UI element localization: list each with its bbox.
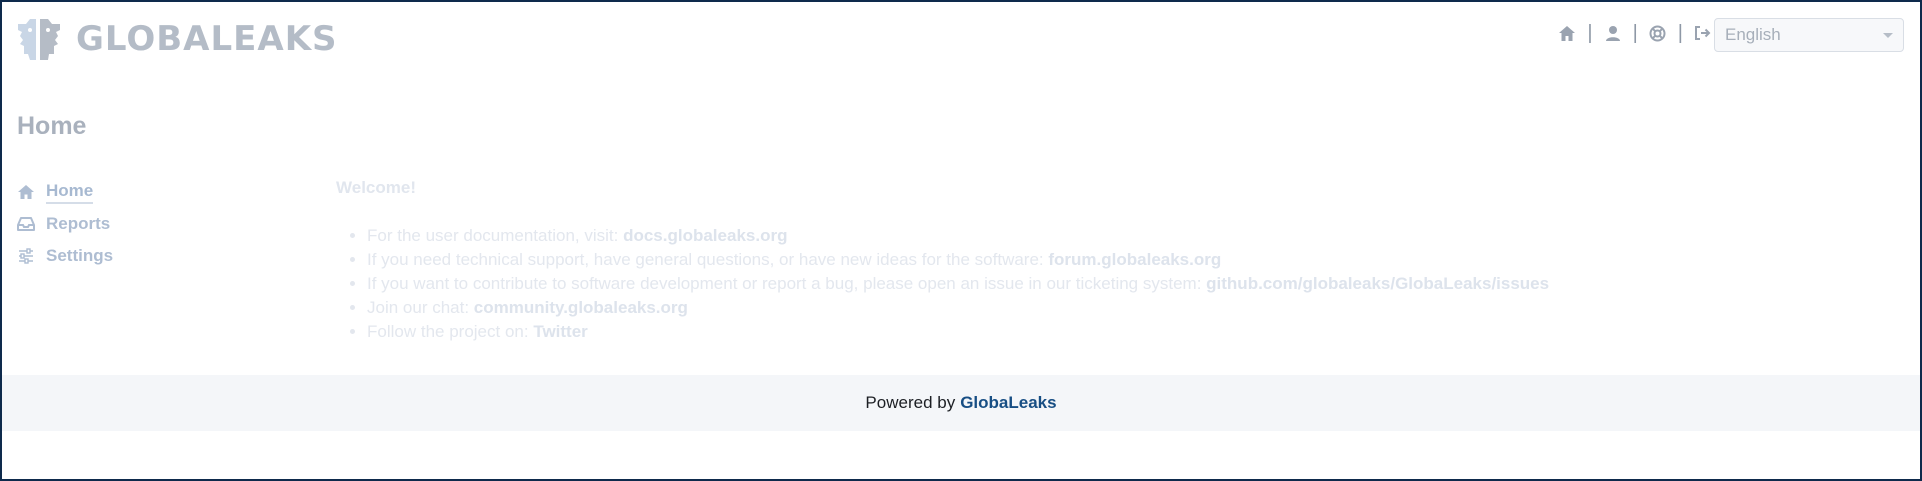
footer: Powered by GlobaLeaks (2, 375, 1920, 431)
page-title: Home (17, 112, 87, 140)
community-chat-link[interactable]: community.globaleaks.org (474, 298, 688, 317)
sliders-icon (16, 246, 36, 266)
sidebar-item-settings[interactable]: Settings (16, 240, 113, 272)
inbox-icon (16, 214, 36, 234)
sidebar-item-label: Settings (46, 246, 114, 265)
home-icon[interactable] (1556, 22, 1578, 44)
sidebar-item-home[interactable]: Home (16, 176, 113, 208)
list-item: If you need technical support, have gene… (367, 248, 1549, 272)
sidebar: Home Reports Settings (16, 176, 113, 272)
language-select-value: English (1725, 25, 1781, 44)
list-item: Join our chat: community.globaleaks.org (367, 296, 1549, 320)
whistleblower-faces-logo-icon (18, 19, 60, 60)
list-item-text: For the user documentation, visit: (367, 226, 619, 245)
list-item: If you want to contribute to software de… (367, 272, 1549, 296)
list-item-text: Join our chat: (367, 298, 470, 317)
chevron-down-icon (1883, 32, 1893, 38)
list-item: Follow the project on: Twitter (367, 320, 1549, 344)
sidebar-item-reports[interactable]: Reports (16, 208, 113, 240)
top-nav: | | | (1556, 22, 1714, 44)
github-issues-link[interactable]: github.com/globaleaks/GlobaLeaks/issues (1206, 274, 1549, 293)
sidebar-item-label: Home (46, 181, 94, 204)
logo-text: GLOBALEAKS (76, 19, 338, 59)
welcome-heading: Welcome! (336, 178, 416, 197)
forum-link[interactable]: forum.globaleaks.org (1048, 250, 1221, 269)
logo[interactable]: GLOBALEAKS (16, 16, 338, 62)
sidebar-item-label: Reports (46, 214, 111, 233)
nav-separator: | (1587, 22, 1593, 44)
home-icon (16, 182, 36, 202)
list-item: For the user documentation, visit: docs.… (367, 224, 1549, 248)
footer-powered-by: Powered by (865, 393, 956, 412)
language-select[interactable]: English (1714, 18, 1904, 52)
nav-separator: | (1677, 22, 1683, 44)
resource-list: For the user documentation, visit: docs.… (336, 224, 1549, 344)
help-lifebuoy-icon[interactable] (1647, 22, 1669, 44)
main-content: Welcome! For the user documentation, vis… (336, 176, 1549, 344)
list-item-text: Follow the project on: (367, 322, 529, 341)
list-item-text: If you want to contribute to software de… (367, 274, 1202, 293)
footer-globaleaks-link[interactable]: GlobaLeaks (960, 393, 1056, 413)
list-item-text: If you need technical support, have gene… (367, 250, 1044, 269)
logout-icon[interactable] (1692, 22, 1714, 44)
nav-separator: | (1632, 22, 1638, 44)
docs-link[interactable]: docs.globaleaks.org (623, 226, 787, 245)
user-icon[interactable] (1602, 22, 1624, 44)
twitter-link[interactable]: Twitter (533, 322, 587, 341)
